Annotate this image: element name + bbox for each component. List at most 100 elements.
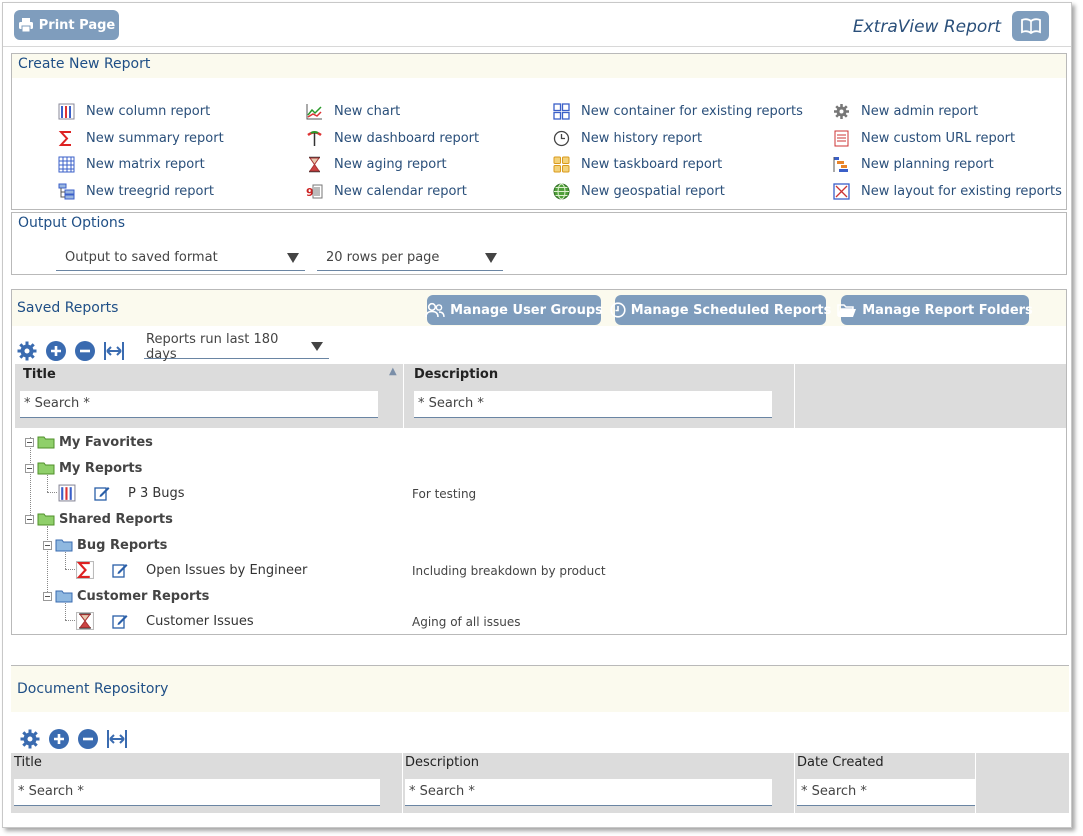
tree-report-p3-bugs[interactable]: P 3 Bugs [58, 482, 185, 504]
settings-gear-icon[interactable] [15, 339, 38, 362]
saved-reports-header: Saved Reports Manage User Groups Manage … [12, 290, 1066, 326]
tree-connector [65, 620, 75, 621]
new-history-report-link[interactable]: New history report [553, 125, 803, 152]
new-chart-label: New chart [334, 103, 401, 119]
report-description: Including breakdown by product [412, 564, 606, 578]
manage-user-groups-button[interactable]: Manage User Groups [425, 295, 603, 325]
doc-date-created-column-header[interactable]: Date Created [797, 755, 884, 770]
create-report-column-2: New chart New dashboard report New aging… [306, 98, 479, 205]
column-divider [403, 364, 404, 428]
tree-label: Bug Reports [77, 537, 168, 553]
description-search-input[interactable]: * Search * [414, 391, 772, 418]
reports-period-select[interactable]: Reports run last 180 days [144, 332, 329, 362]
collapse-node-icon[interactable] [25, 437, 34, 447]
chevron-down-icon [485, 252, 497, 263]
collapse-all-minus-icon[interactable] [73, 339, 96, 362]
new-taskboard-report-label: New taskboard report [581, 157, 723, 173]
expand-all-plus-icon[interactable] [47, 727, 70, 750]
document-repository-title: Document Repository [11, 666, 1069, 712]
description-column-header[interactable]: Description [414, 367, 498, 382]
tree-connector [65, 569, 75, 570]
print-page-label: Print Page [38, 17, 116, 33]
doc-description-search-input[interactable]: * Search * [405, 779, 772, 806]
collapse-node-icon[interactable] [25, 514, 34, 524]
settings-gear-icon[interactable] [18, 727, 41, 750]
chevron-down-icon [287, 252, 299, 263]
history-report-icon [553, 130, 570, 147]
folder-icon [37, 513, 55, 526]
new-geospatial-report-link[interactable]: New geospatial report [553, 178, 803, 205]
column-report-icon [58, 103, 75, 120]
doc-description-column-header[interactable]: Description [405, 755, 479, 770]
manage-scheduled-reports-button[interactable]: Manage Scheduled Reports [610, 295, 831, 325]
doc-title-column-header[interactable]: Title [14, 755, 42, 770]
new-history-report-label: New history report [581, 130, 703, 146]
new-container-report-link[interactable]: New container for existing reports [553, 98, 803, 125]
manage-scheduled-reports-label: Manage Scheduled Reports [630, 302, 832, 318]
new-treegrid-report-link[interactable]: New treegrid report [58, 178, 224, 205]
tree-report-open-issues[interactable]: Open Issues by Engineer [76, 559, 307, 581]
report-window: Print Page ExtraView Report Create New R… [2, 2, 1072, 828]
help-book-button[interactable] [1012, 11, 1049, 41]
new-admin-report-label: New admin report [861, 103, 979, 119]
fit-columns-icon[interactable] [105, 727, 128, 750]
new-custom-url-report-link[interactable]: New custom URL report [833, 125, 1062, 152]
tree-folder-shared-reports[interactable]: Shared Reports [25, 508, 173, 530]
new-aging-report-link[interactable]: New aging report [306, 151, 479, 178]
edit-pencil-icon[interactable] [112, 562, 128, 578]
title-search-input[interactable]: * Search * [20, 391, 378, 418]
output-options-panel: Output Options Output to saved format 20… [11, 212, 1067, 275]
output-format-select[interactable]: Output to saved format [56, 245, 305, 271]
new-summary-report-link[interactable]: New summary report [58, 125, 224, 152]
summary-report-icon [76, 561, 94, 579]
new-calendar-report-link[interactable]: 9 New calendar report [306, 178, 479, 205]
fit-columns-icon[interactable] [102, 339, 125, 362]
document-repository-panel: Document Repository Title Description Da… [11, 665, 1069, 827]
geospatial-report-icon [553, 183, 570, 200]
create-report-column-3: New container for existing reports New h… [553, 98, 803, 205]
new-chart-link[interactable]: New chart [306, 98, 479, 125]
report-description: Aging of all issues [412, 615, 521, 629]
expand-all-plus-icon[interactable] [44, 339, 67, 362]
column-report-icon [58, 484, 76, 502]
collapse-all-minus-icon[interactable] [76, 727, 99, 750]
edit-pencil-icon[interactable] [94, 485, 110, 501]
new-column-report-link[interactable]: New column report [58, 98, 224, 125]
collapse-node-icon[interactable] [25, 463, 34, 473]
new-column-report-label: New column report [86, 103, 211, 119]
tree-report-customer-issues[interactable]: Customer Issues [76, 610, 254, 632]
document-repository-toolbar [18, 727, 128, 750]
manage-report-folders-button[interactable]: Manage Report Folders [837, 295, 1033, 325]
new-dashboard-report-label: New dashboard report [334, 130, 480, 146]
new-matrix-report-label: New matrix report [86, 157, 205, 173]
tree-folder-my-reports[interactable]: My Reports [25, 457, 142, 479]
new-layout-report-link[interactable]: New layout for existing reports [833, 178, 1062, 205]
new-planning-report-link[interactable]: New planning report [833, 151, 1062, 178]
tree-folder-my-favorites[interactable]: My Favorites [25, 431, 153, 453]
new-summary-report-label: New summary report [86, 130, 224, 146]
custom-url-report-icon [833, 130, 850, 147]
tree-folder-customer-reports[interactable]: Customer Reports [43, 585, 209, 607]
edit-pencil-icon[interactable] [112, 613, 128, 629]
folder-icon [55, 539, 73, 552]
collapse-node-icon[interactable] [43, 591, 52, 601]
sort-ascending-icon[interactable]: ▲ [389, 366, 397, 377]
matrix-report-icon [58, 156, 75, 173]
doc-date-search-input[interactable]: * Search * [797, 779, 975, 806]
doc-title-search-input[interactable]: * Search * [14, 779, 380, 806]
create-report-column-1: New column report New summary report New… [58, 98, 224, 205]
tree-label: P 3 Bugs [128, 485, 185, 501]
calendar-report-icon: 9 [306, 183, 323, 200]
rows-per-page-select[interactable]: 20 rows per page [317, 245, 503, 271]
layout-report-icon [833, 183, 850, 200]
new-dashboard-report-link[interactable]: New dashboard report [306, 125, 479, 152]
tree-folder-bug-reports[interactable]: Bug Reports [43, 534, 167, 556]
new-matrix-report-link[interactable]: New matrix report [58, 151, 224, 178]
new-treegrid-report-label: New treegrid report [86, 183, 214, 199]
new-admin-report-link[interactable]: New admin report [833, 98, 1062, 125]
title-column-header[interactable]: Title [23, 367, 56, 382]
new-taskboard-report-link[interactable]: New taskboard report [553, 151, 803, 178]
collapse-node-icon[interactable] [43, 540, 52, 550]
print-page-button[interactable]: Print Page [14, 10, 119, 40]
summary-report-icon [58, 130, 75, 147]
